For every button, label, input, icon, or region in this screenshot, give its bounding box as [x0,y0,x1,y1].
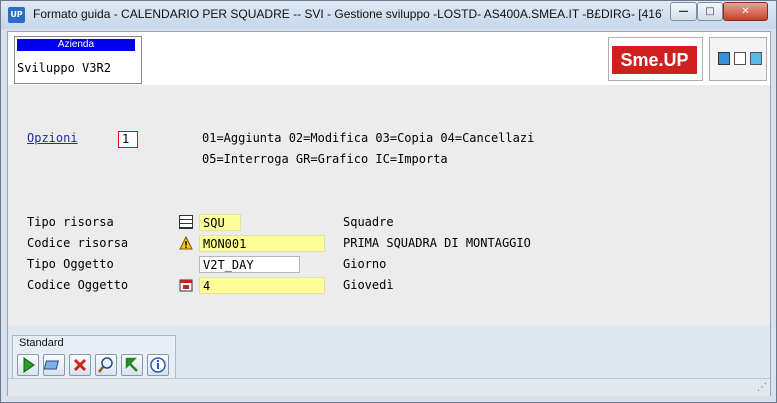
main-window: UP Formato guida - CALENDARIO PER SQUADR… [0,0,777,403]
smeup-logo: Sme.UP [608,37,703,81]
eraser-icon [43,360,60,370]
window-title: Formato guida - CALENDARIO PER SQUADRE -… [33,7,663,21]
field-label-tipo-oggetto: Tipo Oggetto [27,257,114,271]
logo-text: Sme.UP [612,46,697,74]
resize-grip-icon[interactable]: ⋰ [757,382,767,393]
warning-icon[interactable] [179,236,193,250]
tipo-risorsa-description: Squadre [343,215,394,229]
options-link[interactable]: Opzioni [27,131,78,145]
minimize-button[interactable]: — [670,2,697,21]
client-area: Azienda Sviluppo V3R2 Sme.UP Opzioni 1 0… [7,31,771,396]
tipo-oggetto-input[interactable]: V2T_DAY [199,256,300,273]
title-bar[interactable]: UP Formato guida - CALENDARIO PER SQUADR… [1,1,776,29]
field-label-codice-oggetto: Codice Oggetto [27,278,129,292]
app-icon: UP [8,7,25,23]
codice-risorsa-input[interactable]: MON001 [199,235,325,252]
codice-oggetto-description: Giovedì [343,278,394,292]
standard-toolbar: Standard [12,335,176,381]
play-icon [23,357,35,373]
table-icon[interactable] [179,215,193,229]
book-icon[interactable] [750,52,762,65]
search-button[interactable] [95,354,117,376]
info-button[interactable] [147,354,169,376]
field-label-codice-risorsa: Codice risorsa [27,236,129,250]
document-icon[interactable] [734,52,746,65]
form-area: Opzioni 1 01=Aggiunta 02=Modifica 03=Cop… [8,85,770,325]
back-icon [125,357,138,372]
azienda-box: Azienda Sviluppo V3R2 [14,36,142,84]
info-icon [150,357,166,373]
eraser-button[interactable] [43,354,65,376]
standard-label: Standard [19,337,64,349]
tipo-oggetto-description: Giorno [343,257,387,271]
azienda-value: Sviluppo V3R2 [17,61,111,75]
options-legend-line2: 05=Interroga GR=Grafico IC=Importa [202,152,448,166]
azienda-label: Azienda [17,39,135,51]
cancel-button[interactable] [69,354,91,376]
play-button[interactable] [17,354,39,376]
field-label-tipo-risorsa: Tipo risorsa [27,215,114,229]
maximize-button[interactable]: □ [697,2,723,21]
header-area: Azienda Sviluppo V3R2 Sme.UP [8,32,770,85]
options-legend-line1: 01=Aggiunta 02=Modifica 03=Copia 04=Canc… [202,131,535,145]
header-icon-group [709,37,767,81]
close-button[interactable]: ✕ [723,2,768,21]
codice-oggetto-input[interactable]: 4 [199,277,325,294]
status-bar: ⋰ [8,378,770,396]
search-icon [98,357,113,373]
cancel-icon [73,358,87,372]
monitor-icon[interactable] [718,52,730,65]
back-button[interactable] [121,354,143,376]
calendar-icon[interactable] [179,278,193,292]
tipo-risorsa-input[interactable]: SQU [199,214,241,231]
codice-risorsa-description: PRIMA SQUADRA DI MONTAGGIO [343,236,531,250]
options-input[interactable]: 1 [118,131,138,148]
